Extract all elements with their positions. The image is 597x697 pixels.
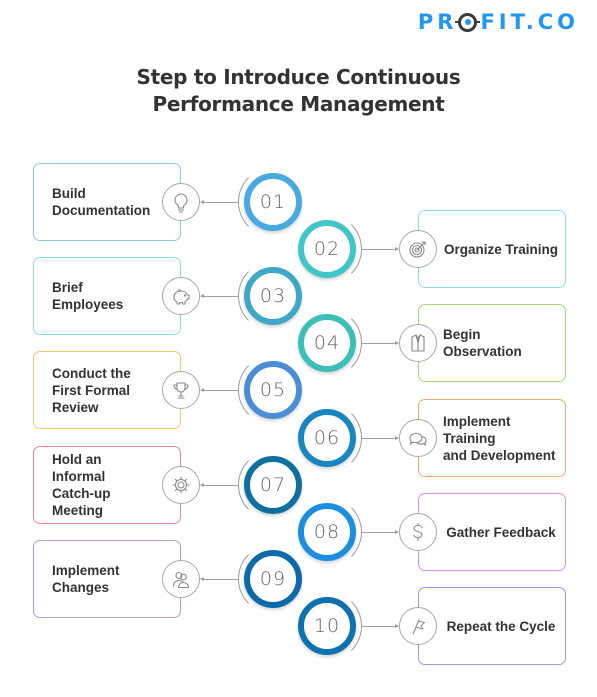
step-box-01: Build Documentation xyxy=(33,163,181,241)
step-icon-holder xyxy=(399,419,437,457)
step-number: 03 xyxy=(259,285,287,307)
step-box-08: Gather Feedback xyxy=(418,493,566,571)
step-number: 04 xyxy=(313,332,341,354)
connector-arrow xyxy=(200,483,238,487)
step-number-badge: 07 xyxy=(244,456,302,514)
step-box-09: Implement Changes xyxy=(33,540,181,618)
users-icon xyxy=(172,571,190,589)
logo-text-suffix: FIT.CO xyxy=(480,10,579,34)
step-label: Gather Feedback xyxy=(446,524,556,540)
lightbulb-icon xyxy=(174,193,188,213)
step-number: 06 xyxy=(313,427,341,449)
step-icon-holder xyxy=(162,466,200,504)
connector-arrow xyxy=(200,388,238,392)
suit-icon xyxy=(411,334,425,352)
step-number-badge: 05 xyxy=(244,361,302,419)
connector-arrow xyxy=(200,577,238,581)
step-icon-holder xyxy=(399,513,437,551)
step-number-badge: 04 xyxy=(298,314,356,372)
step-label: Hold an Informal Catch-up Meeting xyxy=(52,452,111,518)
connector-arrow xyxy=(362,436,399,440)
step-box-06: Implement Training and Development xyxy=(418,399,566,477)
step-icon-holder xyxy=(399,607,437,645)
step-icon-holder xyxy=(162,560,200,598)
crosshair-target-icon xyxy=(455,12,481,32)
gear-icon xyxy=(172,476,190,494)
title-line-1: Step to Introduce Continuous xyxy=(136,65,461,89)
step-number-badge: 01 xyxy=(244,173,302,231)
step-label: Repeat the Cycle xyxy=(446,618,556,634)
step-number-badge: 02 xyxy=(298,220,356,278)
step-number: 10 xyxy=(313,615,341,637)
step-label: Build Documentation xyxy=(52,186,151,218)
step-number-badge: 03 xyxy=(244,267,302,325)
step-label: Organize Training xyxy=(443,241,559,257)
step-number-badge: 09 xyxy=(244,550,302,608)
connector-arrow xyxy=(200,200,238,204)
connector-arrow xyxy=(200,294,238,298)
step-number-badge: 10 xyxy=(298,597,356,655)
piggy-bank-icon xyxy=(173,288,190,305)
step-label: Implement Changes xyxy=(52,563,120,595)
step-icon-holder xyxy=(162,277,200,315)
step-box-02: Organize Training xyxy=(418,210,566,288)
step-icon-holder xyxy=(399,230,437,268)
step-icon-holder xyxy=(162,183,200,221)
step-box-03: Brief Employees xyxy=(33,257,181,335)
step-number: 02 xyxy=(313,238,341,260)
step-number-badge: 06 xyxy=(298,409,356,467)
step-number-badge: 08 xyxy=(298,503,356,561)
title-line-2: Performance Management xyxy=(152,92,445,116)
chat-bubbles-icon xyxy=(409,432,427,446)
step-label: Implement Training and Development xyxy=(443,413,556,463)
trophy-icon xyxy=(173,382,189,399)
connector-arrow xyxy=(362,530,399,534)
connector-arrow xyxy=(362,247,399,251)
step-icon-holder xyxy=(399,324,437,362)
step-label: Brief Employees xyxy=(52,280,124,312)
step-number: 01 xyxy=(259,191,287,213)
connector-arrow xyxy=(362,341,399,345)
step-number: 08 xyxy=(313,521,341,543)
step-label: Begin Observation xyxy=(443,327,522,359)
step-number: 05 xyxy=(259,379,287,401)
page-title: Step to Introduce Continuous Performance… xyxy=(0,64,597,118)
step-number: 07 xyxy=(259,474,287,496)
connector-arrow xyxy=(362,624,399,628)
logo-text-prefix: PR xyxy=(417,10,458,34)
step-box-07: Hold an Informal Catch-up Meeting xyxy=(33,446,181,524)
dollar-icon xyxy=(413,522,423,542)
step-box-10: Repeat the Cycle xyxy=(418,587,566,665)
step-box-04: Begin Observation xyxy=(418,304,566,382)
step-icon-holder xyxy=(162,371,200,409)
step-box-05: Conduct the First Formal Review xyxy=(33,351,181,429)
profit-co-logo: PR FIT.CO xyxy=(418,10,579,34)
step-number: 09 xyxy=(259,568,287,590)
target-icon xyxy=(409,241,426,258)
flag-icon xyxy=(412,619,426,635)
step-label: Conduct the First Formal Review xyxy=(52,365,131,415)
